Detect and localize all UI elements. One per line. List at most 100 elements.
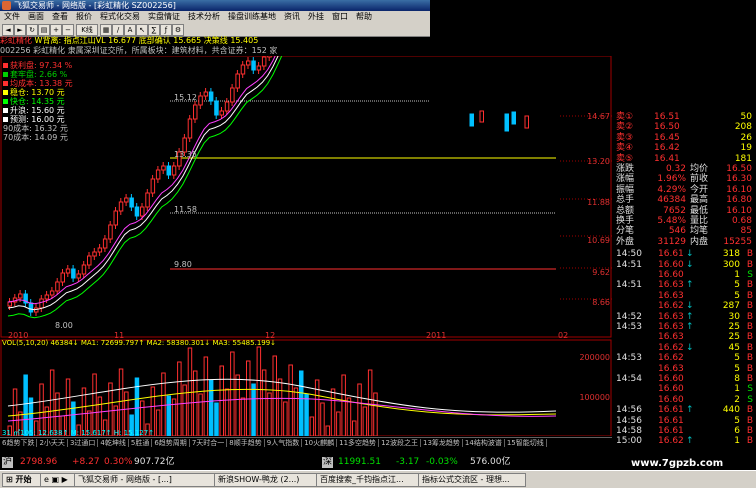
candle-body <box>108 224 113 240</box>
indicator-tab[interactable]: 14结构波谱 <box>462 439 505 447</box>
indicator-tab[interactable]: 6趋势周期 <box>152 439 190 447</box>
select-icon[interactable]: ↖ <box>136 24 148 36</box>
candle-body <box>155 169 161 180</box>
menu-view[interactable]: 查看 <box>48 12 72 21</box>
indicator-tab[interactable]: 7天时合一 <box>189 439 228 447</box>
menu-live[interactable]: 实盘情证 <box>144 12 184 21</box>
grid-icon[interactable]: ▦ <box>100 24 112 36</box>
indicator-tab[interactable]: 8顺手趋势 <box>227 439 265 447</box>
candle-body <box>511 111 516 125</box>
indicator-tab[interactable]: 10火麒麟 <box>302 439 338 447</box>
task-item[interactable]: 指标公式交流区 - 理想... <box>418 473 526 487</box>
candle-body <box>203 91 209 97</box>
volume-bar <box>155 409 161 436</box>
indicator-tab[interactable]: 5胜通 <box>128 439 153 447</box>
indicator-tab[interactable]: 2小天天 <box>37 439 68 447</box>
volume-bar <box>330 388 336 436</box>
chart-type-combo[interactable]: K线 <box>76 24 98 36</box>
volume-bar <box>267 392 272 436</box>
tick-row: 16.60 2 S <box>614 395 756 405</box>
tick-direction: ↑ <box>686 322 694 332</box>
volume-tick-label: 100000 <box>579 393 610 402</box>
tick-price: 16.61 <box>658 415 684 426</box>
candle-body <box>267 56 272 58</box>
print-icon[interactable]: ▤ <box>38 24 50 36</box>
tick-side: S <box>747 384 753 395</box>
back-icon[interactable]: ◄ <box>2 24 14 36</box>
menu-tech-analysis[interactable]: 技术分析 <box>184 12 224 21</box>
zoom-in-icon[interactable]: + <box>50 24 62 36</box>
candle-body <box>251 60 256 71</box>
start-button[interactable]: ⊞ 开始 <box>2 473 44 487</box>
tick-time: 14:50 <box>616 249 642 260</box>
tick-volume: 318 <box>722 249 740 260</box>
indicator-tab[interactable]: 9人气指数 <box>264 439 303 447</box>
volume-bar <box>166 395 171 436</box>
tick-price: 16.60 <box>658 259 684 270</box>
price-level-label: 9.80 <box>174 260 192 269</box>
indicator-tab[interactable]: 3过通口 <box>67 439 99 447</box>
volume-tick-label: 200000 <box>579 353 610 362</box>
tick-volume: 1 <box>734 436 740 447</box>
tick-price: 16.62 <box>658 436 684 447</box>
tick-row: 14:56 16.61 ↑ 440 B <box>614 405 756 415</box>
stat-label: 总手 <box>616 195 635 206</box>
indicator-tab[interactable]: 11多空趋势 <box>337 439 380 447</box>
menu-window[interactable]: 窗口 <box>328 12 352 21</box>
volume-bar <box>251 383 256 436</box>
line-icon[interactable]: / <box>112 24 124 36</box>
stat-label: 涨跌 <box>616 164 635 174</box>
sell-volume: 26 <box>740 132 752 143</box>
indicator-tab[interactable]: 13筹龙趋势 <box>420 439 463 447</box>
stock-name: 彩虹精化 <box>0 36 32 45</box>
tick-row: 15:00 16.62 ↑ 1 B <box>614 436 756 446</box>
tick-row: 16.63 5 B <box>614 364 756 374</box>
task-item[interactable]: 百度搜索_千钧指点江... <box>316 473 420 487</box>
menu-news[interactable]: 资讯 <box>280 12 304 21</box>
stat-label: 均笔 <box>690 226 709 237</box>
ask-row: 卖③ 16.45 26 <box>614 133 756 143</box>
indicator-tab[interactable]: 6趋势下跌 <box>0 439 38 447</box>
task-item[interactable]: 新浪SHOW-鸭龙 (2...) <box>214 473 318 487</box>
tick-row: 16.62 ↓ 45 B <box>614 343 756 353</box>
menu-file[interactable]: 文件 <box>0 12 24 21</box>
indicator-tab[interactable]: 12波段之王 <box>379 439 421 447</box>
text-icon[interactable]: A <box>124 24 136 36</box>
sell-price: 16.42 <box>654 143 680 154</box>
volume-bar <box>314 379 320 436</box>
sell-price: 16.45 <box>654 132 680 143</box>
settings-icon[interactable]: ⚙ <box>172 24 184 36</box>
candlestick-chart[interactable] <box>0 56 612 436</box>
menu-program-trade[interactable]: 程式化交易 <box>96 12 144 21</box>
desktop-icon: ▣ <box>51 475 60 484</box>
forward-icon[interactable]: ► <box>14 24 26 36</box>
tick-time: 14:53 <box>616 353 642 364</box>
volume-bar <box>272 355 277 436</box>
candle-body <box>49 290 55 296</box>
volume-bar <box>261 369 267 436</box>
candle-body <box>166 165 171 176</box>
tick-volume: 5 <box>734 290 740 301</box>
formula-icon[interactable]: ƒ <box>160 24 172 36</box>
menu-training[interactable]: 操盘训练基地 <box>224 12 280 21</box>
tick-time: 15:00 <box>616 436 642 447</box>
candle-body <box>240 64 246 75</box>
indicator-tab[interactable]: 4乾坤线 <box>98 439 129 447</box>
sell-price: 16.51 <box>654 112 680 122</box>
menu-quote[interactable]: 报价 <box>72 12 96 21</box>
refresh-icon[interactable]: ↻ <box>26 24 38 36</box>
menu-screen[interactable]: 画面 <box>24 12 48 21</box>
task-item[interactable]: 飞狐交易师 - 网络版 - [...] <box>74 473 216 487</box>
tick-side: B <box>746 259 753 270</box>
indicator-tab[interactable]: 15智能切线 <box>504 439 547 447</box>
indicator-icon[interactable]: ∑ <box>148 24 160 36</box>
tick-side: B <box>746 280 753 291</box>
zoom-out-icon[interactable]: − <box>62 24 74 36</box>
y-tick-label: 14.67 <box>587 112 610 121</box>
tick-row: 14:54 16.60 8 B <box>614 374 756 384</box>
menu-plugins[interactable]: 外挂 <box>304 12 328 21</box>
tick-volume: 5 <box>734 353 740 364</box>
menu-help[interactable]: 帮助 <box>352 12 376 21</box>
price-level-label: 11.58 <box>174 205 197 214</box>
quick-launch[interactable]: e ▣ ▶ <box>40 473 78 487</box>
